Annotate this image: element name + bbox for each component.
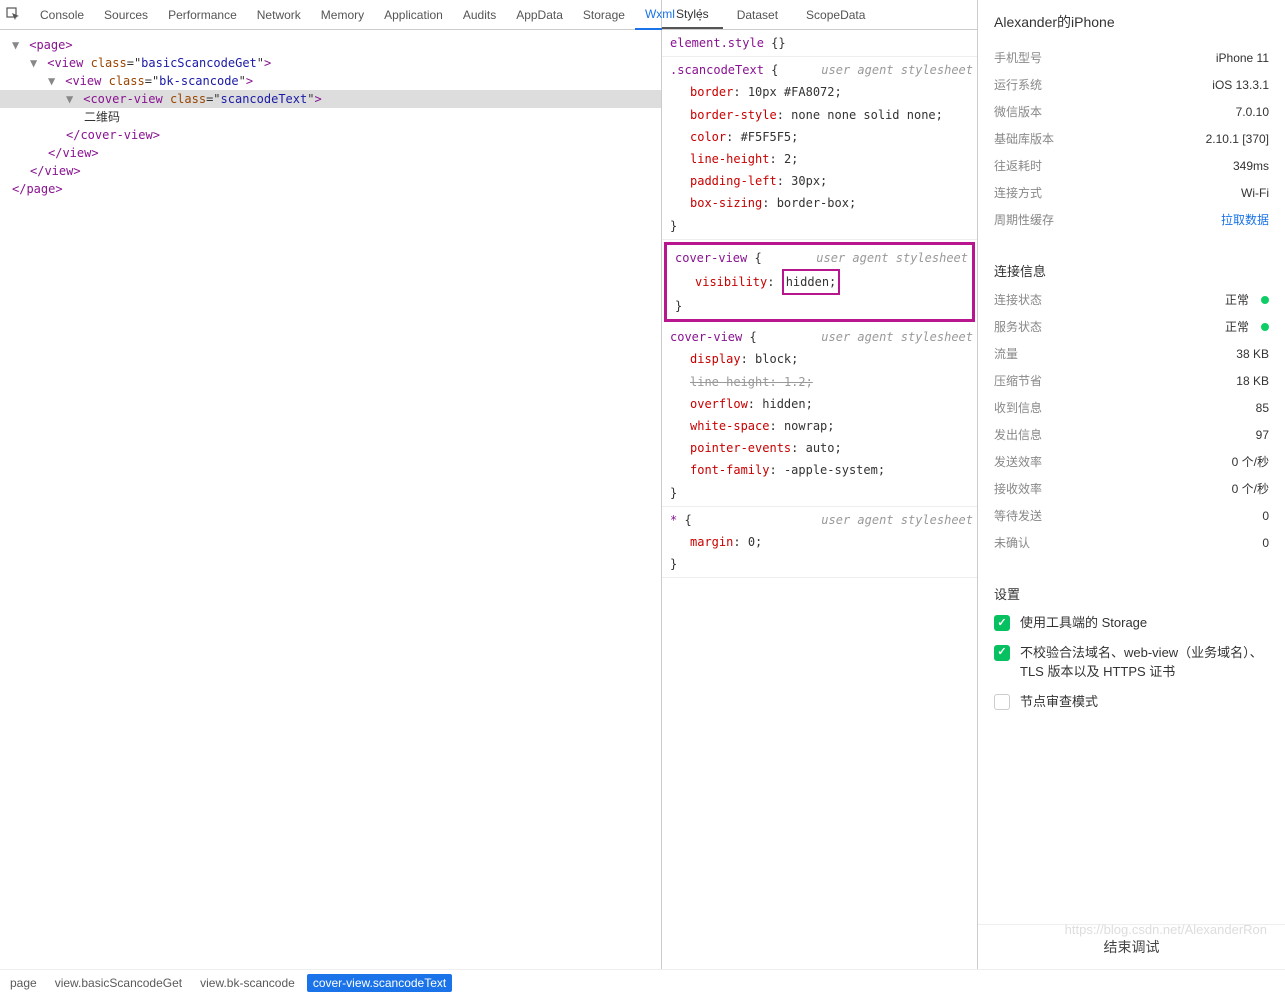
- settings-title: 设置: [994, 584, 1269, 603]
- tab-application[interactable]: Application: [374, 0, 453, 30]
- styles-tabs: StylesDatasetScopeData: [662, 0, 977, 30]
- breadcrumb-item[interactable]: view.basicScancodeGet: [49, 974, 188, 992]
- device-panel: Alexander的iPhone 手机型号iPhone 11运行系统iOS 13…: [978, 0, 1285, 969]
- styles-panel: StylesDatasetScopeData element.style {}u…: [662, 0, 978, 969]
- tree-line[interactable]: </view>: [0, 162, 661, 180]
- css-rule[interactable]: user agent stylesheet* {margin: 0;}: [662, 507, 977, 579]
- elements-panel: ConsoleSourcesPerformanceNetworkMemoryAp…: [0, 0, 662, 969]
- conn-info-row: 收到信息85: [994, 394, 1269, 421]
- css-rule[interactable]: user agent stylesheetcover-view {visibil…: [664, 242, 975, 323]
- device-info-row: 往返耗时349ms: [994, 152, 1269, 179]
- inspect-icon[interactable]: [6, 7, 22, 23]
- setting-checkbox[interactable]: ✓不校验合法域名、web-view（业务域名）、TLS 版本以及 HTTPS 证…: [994, 643, 1269, 682]
- tree-line[interactable]: </cover-view>: [0, 126, 661, 144]
- conn-info-row: 发出信息97: [994, 421, 1269, 448]
- setting-checkbox[interactable]: ✓使用工具端的 Storage: [994, 613, 1269, 633]
- tree-line[interactable]: ▼ <view class="basicScancodeGet">: [0, 54, 661, 72]
- tree-line[interactable]: ▼ <cover-view class="scancodeText">: [0, 90, 661, 108]
- subtab-styles[interactable]: Styles: [662, 0, 723, 29]
- device-title: Alexander的iPhone: [978, 0, 1285, 40]
- breadcrumb-item[interactable]: page: [4, 974, 43, 992]
- devtools-tabs: ConsoleSourcesPerformanceNetworkMemoryAp…: [0, 0, 661, 30]
- conn-info-row: 发送效率0 个/秒: [994, 448, 1269, 475]
- conn-title: 连接信息: [994, 261, 1269, 280]
- tree-line[interactable]: </page>: [0, 180, 661, 198]
- tree-line[interactable]: 二维码: [0, 108, 661, 126]
- conn-info-row: 压缩节省18 KB: [994, 367, 1269, 394]
- tab-network[interactable]: Network: [247, 0, 311, 30]
- conn-info-row: 未确认0: [994, 529, 1269, 556]
- tab-audits[interactable]: Audits: [453, 0, 506, 30]
- device-info-row: 微信版本7.0.10: [994, 98, 1269, 125]
- device-info-row: 连接方式Wi-Fi: [994, 179, 1269, 206]
- conn-info-row: 接收效率0 个/秒: [994, 475, 1269, 502]
- tree-line[interactable]: ▼ <view class="bk-scancode">: [0, 72, 661, 90]
- conn-info-row: 流量38 KB: [994, 340, 1269, 367]
- css-rule[interactable]: element.style {}: [662, 30, 977, 57]
- dom-tree[interactable]: ▼ <page>▼ <view class="basicScancodeGet"…: [0, 30, 661, 969]
- conn-info-row: 服务状态正常: [994, 313, 1269, 340]
- tab-appdata[interactable]: AppData: [506, 0, 573, 30]
- device-info-row: 运行系统iOS 13.3.1: [994, 71, 1269, 98]
- breadcrumb: page view.basicScancodeGet view.bk-scancod…: [0, 969, 1285, 995]
- tree-line[interactable]: </view>: [0, 144, 661, 162]
- tab-performance[interactable]: Performance: [158, 0, 247, 30]
- conn-info-row: 等待发送0: [994, 502, 1269, 529]
- tab-memory[interactable]: Memory: [311, 0, 374, 30]
- end-debug-button[interactable]: 结束调试: [978, 924, 1285, 969]
- css-rule[interactable]: user agent stylesheet.scancodeText {bord…: [662, 57, 977, 240]
- breadcrumb-item[interactable]: cover-view.scancodeText: [307, 974, 452, 992]
- styles-list[interactable]: element.style {}user agent stylesheet.sc…: [662, 30, 977, 969]
- tree-line[interactable]: ▼ <page>: [0, 36, 661, 54]
- conn-info-row: 连接状态正常: [994, 286, 1269, 313]
- device-info-row: 手机型号iPhone 11: [994, 44, 1269, 71]
- tab-storage[interactable]: Storage: [573, 0, 635, 30]
- subtab-dataset[interactable]: Dataset: [723, 0, 792, 29]
- css-rule[interactable]: user agent stylesheetcover-view {display…: [662, 324, 977, 507]
- breadcrumb-item[interactable]: view.bk-scancode: [194, 974, 301, 992]
- device-info-row[interactable]: 周期性缓存拉取数据: [994, 206, 1269, 233]
- tab-sources[interactable]: Sources: [94, 0, 158, 30]
- setting-checkbox[interactable]: 节点审查模式: [994, 692, 1269, 712]
- tab-console[interactable]: Console: [30, 0, 94, 30]
- subtab-scopedata[interactable]: ScopeData: [792, 0, 879, 29]
- device-info-row: 基础库版本2.10.1 [370]: [994, 125, 1269, 152]
